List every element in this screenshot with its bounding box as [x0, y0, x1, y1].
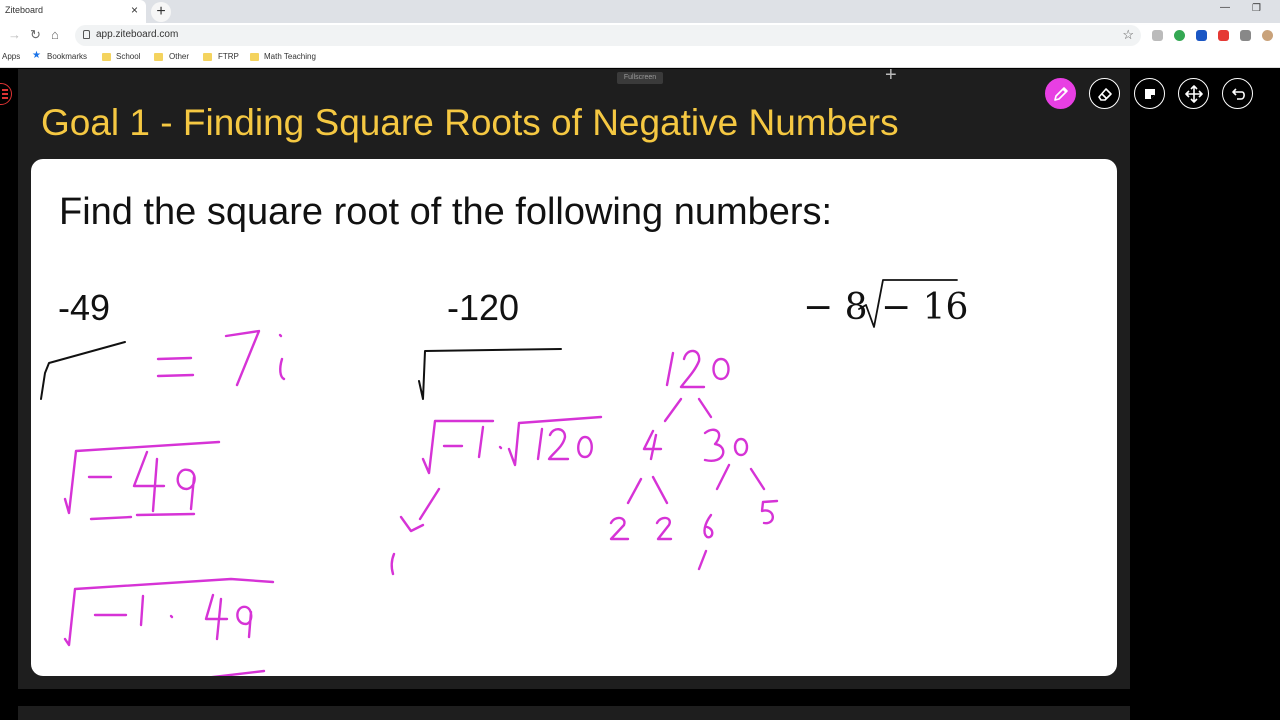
lock-icon: [83, 30, 90, 39]
tab-ziteboard[interactable]: Ziteboard ×: [0, 0, 146, 23]
ink-nine: [236, 605, 253, 639]
tab-title: Ziteboard: [5, 5, 44, 15]
sticky-note-icon: [1145, 89, 1155, 99]
pen-icon: [1054, 87, 1068, 101]
bookmarks-star-icon: ★: [32, 50, 41, 61]
ink-nine: [176, 468, 196, 511]
ink-equals: [156, 356, 195, 378]
bookmark-star-icon[interactable]: ☆: [1122, 27, 1134, 43]
ink-two: [679, 349, 706, 389]
menu-icon[interactable]: [0, 83, 12, 105]
puzzle-icon[interactable]: [1240, 30, 1251, 41]
eraser-icon: [1098, 88, 1112, 101]
undo-tool-button[interactable]: [1222, 78, 1253, 109]
reload-icon[interactable]: ↻: [30, 27, 41, 43]
eraser-tool-button[interactable]: [1089, 78, 1120, 109]
profile-avatar[interactable]: [1262, 30, 1273, 41]
undo-icon: [1232, 88, 1245, 100]
folder-icon: [102, 53, 111, 61]
ink-arrow: [399, 487, 441, 533]
ink-radical: [211, 669, 266, 676]
new-tab-button[interactable]: +: [151, 2, 171, 22]
bookmark-item[interactable]: FTRP: [218, 52, 239, 61]
browser-toolbar: → ↻ ⌂ app.ziteboard.com ☆: [0, 23, 1280, 48]
folder-icon: [250, 53, 259, 61]
restore-icon[interactable]: ❐: [1252, 3, 1261, 14]
extension-icon[interactable]: [1218, 30, 1229, 41]
ink-zero: [712, 357, 730, 381]
ink-dot: [498, 445, 503, 450]
move-tool-button[interactable]: [1178, 78, 1209, 109]
slide-title: Goal 1 - Finding Square Roots of Negativ…: [41, 102, 899, 143]
forward-icon[interactable]: →: [8, 27, 21, 43]
ink-mark: [390, 552, 396, 576]
tab-close-icon[interactable]: ×: [131, 3, 138, 17]
ink-layer: [40, 279, 958, 676]
ink-one: [536, 427, 544, 461]
radical-sign: [418, 348, 562, 400]
url-text: app.ziteboard.com: [96, 29, 179, 40]
ink-branch: [697, 549, 708, 571]
ink-four: [132, 450, 166, 513]
ink-zero: [577, 435, 593, 459]
radical-sign: [858, 279, 958, 328]
ink-branch: [626, 463, 766, 505]
bookmark-item[interactable]: Other: [169, 52, 189, 61]
browser-tab-bar: Ziteboard × + — ❐: [0, 0, 1280, 23]
extension-icon[interactable]: [1174, 30, 1185, 41]
ink-six: [703, 513, 714, 539]
folder-icon: [203, 53, 212, 61]
ink-branch: [663, 397, 713, 423]
crosshair-cursor-icon: +: [885, 64, 897, 86]
ink-three: [703, 428, 725, 463]
whiteboard-slide[interactable]: Find the square root of the following nu…: [31, 159, 1117, 676]
bookmark-item[interactable]: Math Teaching: [264, 52, 316, 61]
ink-zero: [733, 437, 749, 457]
ink-five: [760, 499, 779, 525]
ink-radical: [63, 577, 275, 647]
ink-one: [477, 425, 485, 459]
address-bar[interactable]: app.ziteboard.com ☆: [75, 25, 1141, 46]
fullscreen-tooltip: Fullscreen: [617, 72, 663, 84]
folder-icon: [154, 53, 163, 61]
ink-dot: [169, 614, 174, 619]
bookmarks-bar: Apps ★ Bookmarks School Other FTRP Math …: [0, 48, 1280, 68]
home-icon[interactable]: ⌂: [51, 27, 59, 43]
ink-one: [139, 594, 145, 627]
ink-four: [642, 429, 663, 461]
ink-seven: [224, 329, 261, 387]
ink-two: [609, 516, 630, 541]
radical-sign: [40, 341, 126, 400]
ink-i: [278, 333, 286, 381]
ink-two: [655, 516, 673, 541]
move-icon: [1185, 85, 1203, 103]
sticky-note-tool-button[interactable]: [1134, 78, 1165, 109]
bookmark-item[interactable]: School: [116, 52, 140, 61]
ziteboard-app: Fullscreen Goal 1 - Finding Square Roots…: [0, 65, 1280, 720]
extension-icon[interactable]: [1152, 30, 1163, 41]
pen-tool-button[interactable]: [1045, 78, 1076, 109]
minimize-icon[interactable]: —: [1220, 2, 1230, 13]
extension-icon[interactable]: [1196, 30, 1207, 41]
ink-underline: [89, 512, 196, 521]
ink-two: [547, 428, 570, 461]
ink-one: [665, 351, 675, 387]
bookmark-item[interactable]: Bookmarks: [47, 52, 87, 61]
bottom-bar: [18, 706, 1130, 720]
bookmark-apps[interactable]: Apps: [2, 52, 20, 61]
ink-four: [204, 593, 229, 641]
